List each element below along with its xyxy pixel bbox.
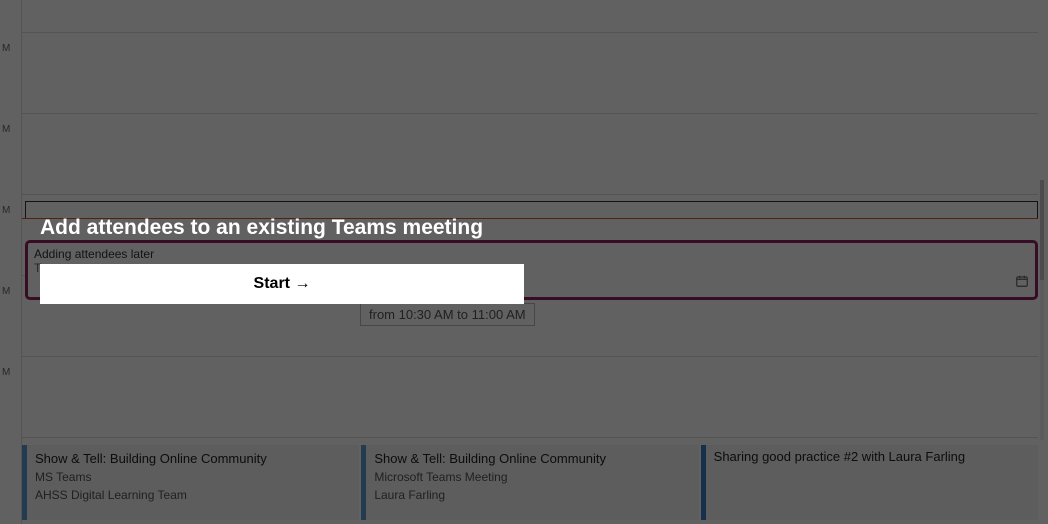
- start-button[interactable]: Start →: [40, 264, 524, 304]
- tutorial-overlay: [0, 0, 1048, 524]
- tutorial-heading: Add attendees to an existing Teams meeti…: [40, 216, 483, 240]
